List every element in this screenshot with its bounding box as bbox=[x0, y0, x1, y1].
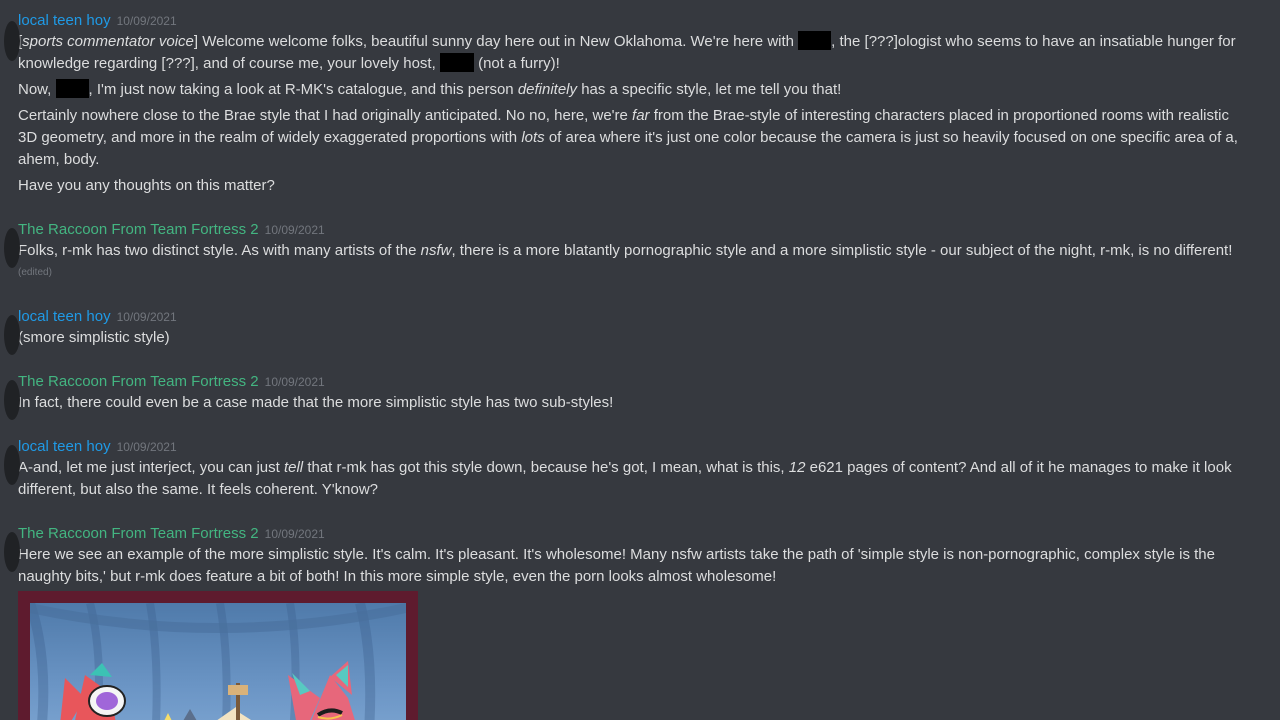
avatar[interactable] bbox=[4, 532, 20, 572]
timestamp[interactable]: 10/09/2021 bbox=[265, 223, 325, 237]
italic-text: definitely bbox=[517, 81, 578, 98]
italic-text: 12 bbox=[788, 459, 806, 476]
timestamp[interactable]: 10/09/2021 bbox=[117, 440, 177, 454]
message-content: Folks, r-mk has two distinct style. As w… bbox=[18, 240, 1260, 280]
message-line: ahem, body. bbox=[18, 151, 100, 168]
text: from the Brae-style of interesting chara… bbox=[653, 107, 1229, 124]
message-content: Here we see an example of the more simpl… bbox=[18, 544, 1260, 588]
italic-text: nsfw bbox=[420, 242, 452, 259]
message-group: The Raccoon From Team Fortress 2 10/09/20… bbox=[4, 220, 1260, 280]
redacted-name bbox=[55, 79, 89, 98]
redacted-name bbox=[798, 31, 832, 50]
message-line: A-and, let me just interject, you can ju… bbox=[18, 457, 1260, 479]
message-header: local teen hoy 10/09/2021 bbox=[18, 307, 1260, 327]
text: ] Welcome welcome folks, beautiful sunny… bbox=[193, 33, 794, 50]
edited-label: (edited) bbox=[18, 267, 52, 278]
italic-text: tell bbox=[283, 459, 304, 476]
image-preview[interactable] bbox=[30, 603, 406, 720]
message-line: Certainly nowhere close to the Brae styl… bbox=[18, 105, 1260, 127]
message-line: 3D geometry, and more in the realm of wi… bbox=[18, 127, 1260, 149]
text: knowledge regarding [???], and of course… bbox=[18, 55, 436, 72]
text: , the [???]ologist who seems to have an … bbox=[831, 33, 1236, 50]
message-line: Here we see an example of the more simpl… bbox=[18, 546, 1215, 563]
attachment-artwork bbox=[30, 603, 406, 720]
message-line: Have you any thoughts on this matter? bbox=[18, 177, 275, 194]
message-line: different, but also the same. It feels c… bbox=[18, 481, 379, 498]
italic-text: lots bbox=[521, 129, 545, 146]
message-line: knowledge regarding [???], and of course… bbox=[18, 53, 1260, 75]
message-group: The Raccoon From Team Fortress 2 10/09/20… bbox=[4, 524, 1260, 588]
message-header: The Raccoon From Team Fortress 2 10/09/20… bbox=[18, 372, 1260, 392]
message-line: naughty bits,' but r-mk does feature a b… bbox=[18, 568, 777, 585]
message-content: [sports commentator voice] Welcome welco… bbox=[18, 31, 1260, 197]
message-group: local teen hoy 10/09/2021 (smore simplist… bbox=[4, 307, 1260, 355]
author-name[interactable]: The Raccoon From Team Fortress 2 bbox=[18, 221, 259, 238]
image-attachment[interactable] bbox=[18, 591, 418, 720]
text: that r-mk has got this style down, becau… bbox=[307, 459, 785, 476]
message-line: (smore simplistic style) bbox=[18, 329, 170, 346]
message-line: In fact, there could even be a case made… bbox=[18, 394, 614, 411]
message-content: (smore simplistic style) bbox=[18, 327, 1260, 349]
italic-text: far bbox=[632, 107, 650, 124]
text: of area where it's just one color becaus… bbox=[548, 129, 1238, 146]
timestamp[interactable]: 10/09/2021 bbox=[117, 14, 177, 28]
timestamp[interactable]: 10/09/2021 bbox=[117, 310, 177, 324]
message-line: Now, , I'm just now taking a look at R-M… bbox=[18, 79, 1260, 101]
timestamp[interactable]: 10/09/2021 bbox=[265, 375, 325, 389]
avatar[interactable] bbox=[4, 380, 20, 420]
message-header: local teen hoy 10/09/2021 bbox=[18, 11, 1260, 31]
text: Now, bbox=[18, 81, 52, 98]
message-header: local teen hoy 10/09/2021 bbox=[18, 437, 1260, 457]
text: , there is a more blatantly pornographic… bbox=[451, 242, 1233, 259]
text: (not a furry)! bbox=[478, 55, 560, 72]
message-line: [sports commentator voice] Welcome welco… bbox=[18, 31, 1260, 53]
message-group: The Raccoon From Team Fortress 2 10/09/20… bbox=[4, 372, 1260, 420]
text: A-and, let me just interject, you can ju… bbox=[18, 459, 280, 476]
text: e621 pages of content? And all of it he … bbox=[809, 459, 1232, 476]
author-name[interactable]: local teen hoy bbox=[18, 308, 111, 325]
italic-text: sports commentator voice bbox=[22, 33, 194, 50]
text: , I'm just now taking a look at R-MK's c… bbox=[88, 81, 514, 98]
avatar[interactable] bbox=[4, 21, 20, 61]
text: has a specific style, let me tell you th… bbox=[581, 81, 842, 98]
author-name[interactable]: local teen hoy bbox=[18, 12, 111, 29]
message-line: Folks, r-mk has two distinct style. As w… bbox=[18, 240, 1260, 262]
message-content: In fact, there could even be a case made… bbox=[18, 392, 1260, 414]
message-content: A-and, let me just interject, you can ju… bbox=[18, 457, 1260, 501]
redacted-name bbox=[439, 53, 474, 72]
author-name[interactable]: local teen hoy bbox=[18, 438, 111, 455]
author-name[interactable]: The Raccoon From Team Fortress 2 bbox=[18, 525, 259, 542]
message-group: local teen hoy 10/09/2021 [sports comment… bbox=[4, 11, 1260, 197]
text: 3D geometry, and more in the realm of wi… bbox=[18, 129, 518, 146]
message-header: The Raccoon From Team Fortress 2 10/09/20… bbox=[18, 220, 1260, 240]
timestamp[interactable]: 10/09/2021 bbox=[265, 527, 325, 541]
left-character bbox=[60, 663, 126, 720]
avatar[interactable] bbox=[4, 228, 20, 268]
chat-log: local teen hoy 10/09/2021 [sports comment… bbox=[0, 0, 1280, 720]
message-group: local teen hoy 10/09/2021 A-and, let me j… bbox=[4, 437, 1260, 501]
author-name[interactable]: The Raccoon From Team Fortress 2 bbox=[18, 373, 259, 390]
text: Certainly nowhere close to the Brae styl… bbox=[18, 107, 628, 124]
avatar[interactable] bbox=[4, 315, 20, 355]
avatar[interactable] bbox=[4, 445, 20, 485]
text: Folks, r-mk has two distinct style. As w… bbox=[18, 242, 417, 259]
center-props bbox=[164, 683, 251, 720]
message-header: The Raccoon From Team Fortress 2 10/09/20… bbox=[18, 524, 1260, 544]
